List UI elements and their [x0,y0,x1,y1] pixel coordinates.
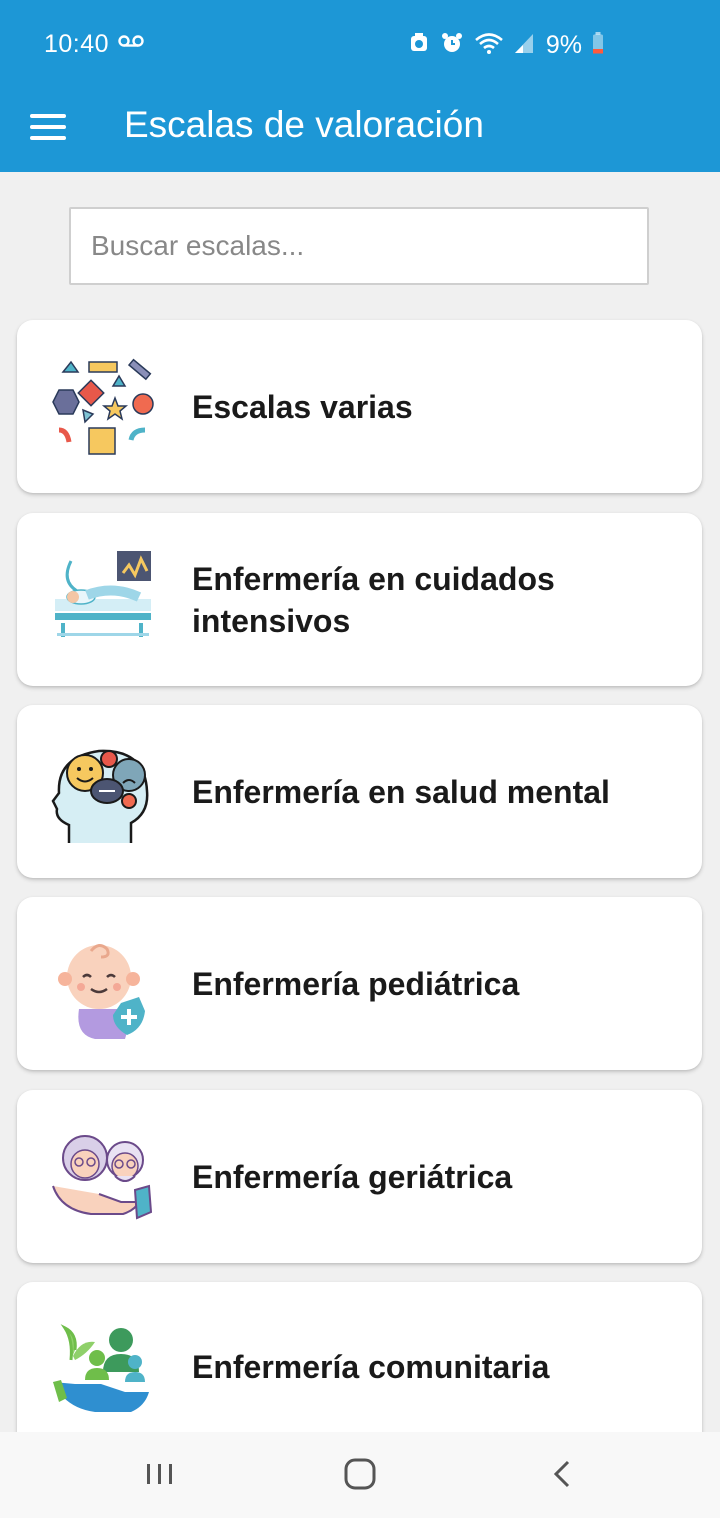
search-input[interactable] [69,207,649,285]
category-card-pediatrica[interactable]: Enfermería pediátrica [17,897,702,1070]
category-label: Enfermería pediátrica [192,965,520,1002]
category-label: Enfermería en cuidados intensivos [192,560,555,639]
category-label: Enfermería en salud mental [192,773,610,810]
category-card-cuidados-intensivos[interactable]: Enfermería en cuidados intensivos [17,513,702,686]
home-icon[interactable] [338,1454,382,1494]
toolbar: Escalas de valoración [0,88,720,172]
community-care-icon [51,1320,155,1424]
category-label: Enfermería geriátrica [192,1158,513,1195]
status-icons: 9% [408,30,604,60]
baby-icon [51,935,155,1039]
voicemail-icon [118,34,144,53]
elderly-couple-icon [51,1128,155,1232]
system-nav-bar [0,1432,720,1518]
category-card-escalas-varias[interactable]: Escalas varias [17,320,702,493]
icu-bed-icon [51,551,155,655]
category-card-geriatrica[interactable]: Enfermería geriátrica [17,1090,702,1263]
category-label: Escalas varias [192,388,413,425]
recent-apps-icon[interactable] [138,1454,182,1494]
hamburger-menu-icon[interactable] [30,106,68,144]
alarm-icon [408,31,430,60]
mental-health-head-icon [51,743,155,847]
back-icon[interactable] [540,1454,584,1494]
category-card-salud-mental[interactable]: Enfermería en salud mental [17,705,702,878]
wifi-icon [474,31,504,60]
alarm-clock-icon [440,31,464,60]
page-title: Escalas de valoración [124,104,484,145]
category-label: Enfermería comunitaria [192,1349,550,1385]
signal-icon [514,32,534,59]
status-time: 10:40 [44,30,110,58]
status-bar: 10:40 9% [0,0,720,88]
shapes-icon [51,358,155,462]
app-bar: 10:40 9% Escalas de valoración [0,0,720,172]
battery-percent: 9% [545,30,582,59]
battery-icon [592,31,604,59]
